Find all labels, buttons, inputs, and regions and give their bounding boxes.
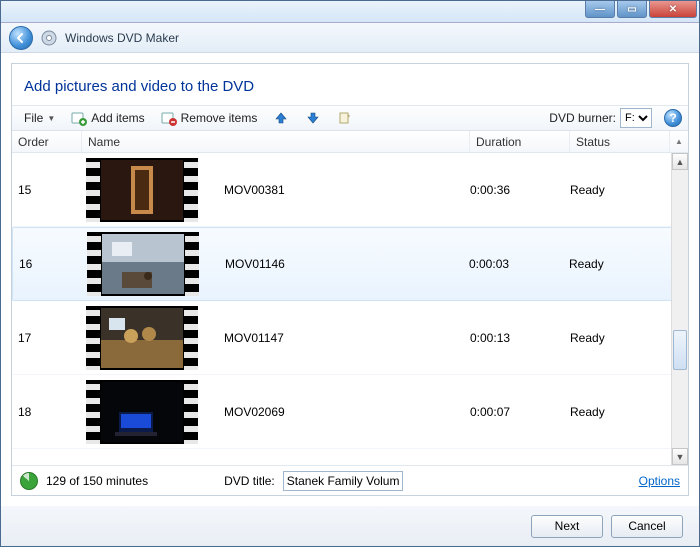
list-body: 15MOV003810:00:36Ready16MOV011460:00:03R… (12, 153, 688, 465)
cell-thumbnail (82, 158, 222, 222)
cell-order: 18 (12, 405, 82, 419)
add-items-icon (71, 110, 87, 126)
film-thumbnail (86, 380, 198, 444)
cell-status: Ready (570, 405, 670, 419)
dvd-burner-select[interactable]: F: (620, 108, 652, 128)
content-panel: Add pictures and video to the DVD File ▼… (11, 63, 689, 496)
options-link[interactable]: Options (639, 474, 680, 488)
maximize-button[interactable]: ▭ (617, 1, 647, 18)
scroll-thumb[interactable] (673, 330, 687, 370)
column-header-order[interactable]: Order (12, 131, 82, 152)
cell-duration: 0:00:13 (470, 331, 570, 345)
minimize-button[interactable]: — (585, 1, 615, 18)
cell-order: 17 (12, 331, 82, 345)
cancel-button[interactable]: Cancel (611, 515, 683, 538)
arrow-down-icon (305, 110, 321, 126)
dvd-title-label: DVD title: (224, 474, 275, 488)
cell-status: Ready (570, 183, 670, 197)
cell-thumbnail (83, 232, 223, 296)
info-row: 129 of 150 minutes DVD title: Options (12, 465, 688, 495)
close-button[interactable]: ✕ (649, 1, 697, 18)
add-items-label: Add items (91, 111, 144, 125)
cell-status: Ready (569, 257, 669, 271)
app-icon (41, 30, 57, 46)
properties-icon (337, 110, 353, 126)
dvd-burner-label: DVD burner: (549, 111, 616, 125)
titlebar: — ▭ ✕ (1, 1, 699, 23)
page-heading: Add pictures and video to the DVD (12, 64, 688, 105)
remove-items-label: Remove items (181, 111, 258, 125)
vertical-scrollbar[interactable]: ▲ ▼ (671, 153, 688, 465)
nav-row: Windows DVD Maker (1, 23, 699, 53)
remove-items-icon (161, 110, 177, 126)
dvd-title-input[interactable] (283, 471, 403, 491)
cell-duration: 0:00:36 (470, 183, 570, 197)
file-menu[interactable]: File ▼ (18, 108, 61, 128)
list-row[interactable]: 17 MOV011470:00:13Ready (12, 301, 688, 375)
capacity-text: 129 of 150 minutes (46, 474, 148, 488)
cell-thumbnail (82, 306, 222, 370)
button-row: Next Cancel (1, 506, 699, 546)
window-frame: — ▭ ✕ Windows DVD Maker Add pictures and… (0, 0, 700, 547)
scroll-up-button[interactable]: ▲ (672, 153, 688, 170)
file-menu-label: File (24, 111, 43, 125)
cell-name: MOV00381 (222, 183, 470, 197)
cell-name: MOV02069 (222, 405, 470, 419)
scroll-down-button[interactable]: ▼ (672, 448, 688, 465)
help-icon: ? (669, 111, 676, 125)
remove-items-button[interactable]: Remove items (155, 107, 264, 129)
arrow-up-icon (273, 110, 289, 126)
add-items-button[interactable]: Add items (65, 107, 150, 129)
column-header-duration[interactable]: Duration (470, 131, 570, 152)
column-header-scroll: ▲ (670, 131, 688, 152)
film-thumbnail (86, 306, 198, 370)
app-title: Windows DVD Maker (65, 31, 179, 45)
disk-usage-icon (20, 472, 38, 490)
help-button[interactable]: ? (664, 109, 682, 127)
properties-button[interactable] (331, 107, 359, 129)
scroll-track[interactable] (672, 170, 688, 448)
cell-name: MOV01147 (222, 331, 470, 345)
chevron-down-icon: ▼ (47, 114, 55, 123)
cell-status: Ready (570, 331, 670, 345)
list-row[interactable]: 18 MOV020690:00:07Ready (12, 375, 688, 449)
column-header-status[interactable]: Status (570, 131, 670, 152)
move-up-button[interactable] (267, 107, 295, 129)
column-header-name[interactable]: Name (82, 131, 470, 152)
cell-order: 16 (13, 257, 83, 271)
list-row[interactable]: 16 MOV011460:00:03Ready (12, 227, 688, 301)
back-button[interactable] (9, 26, 33, 50)
toolbar: File ▼ Add items Remove items (12, 105, 688, 131)
cell-thumbnail (82, 380, 222, 444)
next-button[interactable]: Next (531, 515, 603, 538)
list-header: Order Name Duration Status ▲ (12, 131, 688, 153)
cell-duration: 0:00:07 (470, 405, 570, 419)
cell-duration: 0:00:03 (469, 257, 569, 271)
list-row[interactable]: 15 MOV003810:00:36Ready (12, 153, 688, 227)
film-thumbnail (87, 232, 199, 296)
move-down-button[interactable] (299, 107, 327, 129)
back-arrow-icon (15, 32, 27, 44)
cell-order: 15 (12, 183, 82, 197)
film-thumbnail (86, 158, 198, 222)
cell-name: MOV01146 (223, 257, 469, 271)
